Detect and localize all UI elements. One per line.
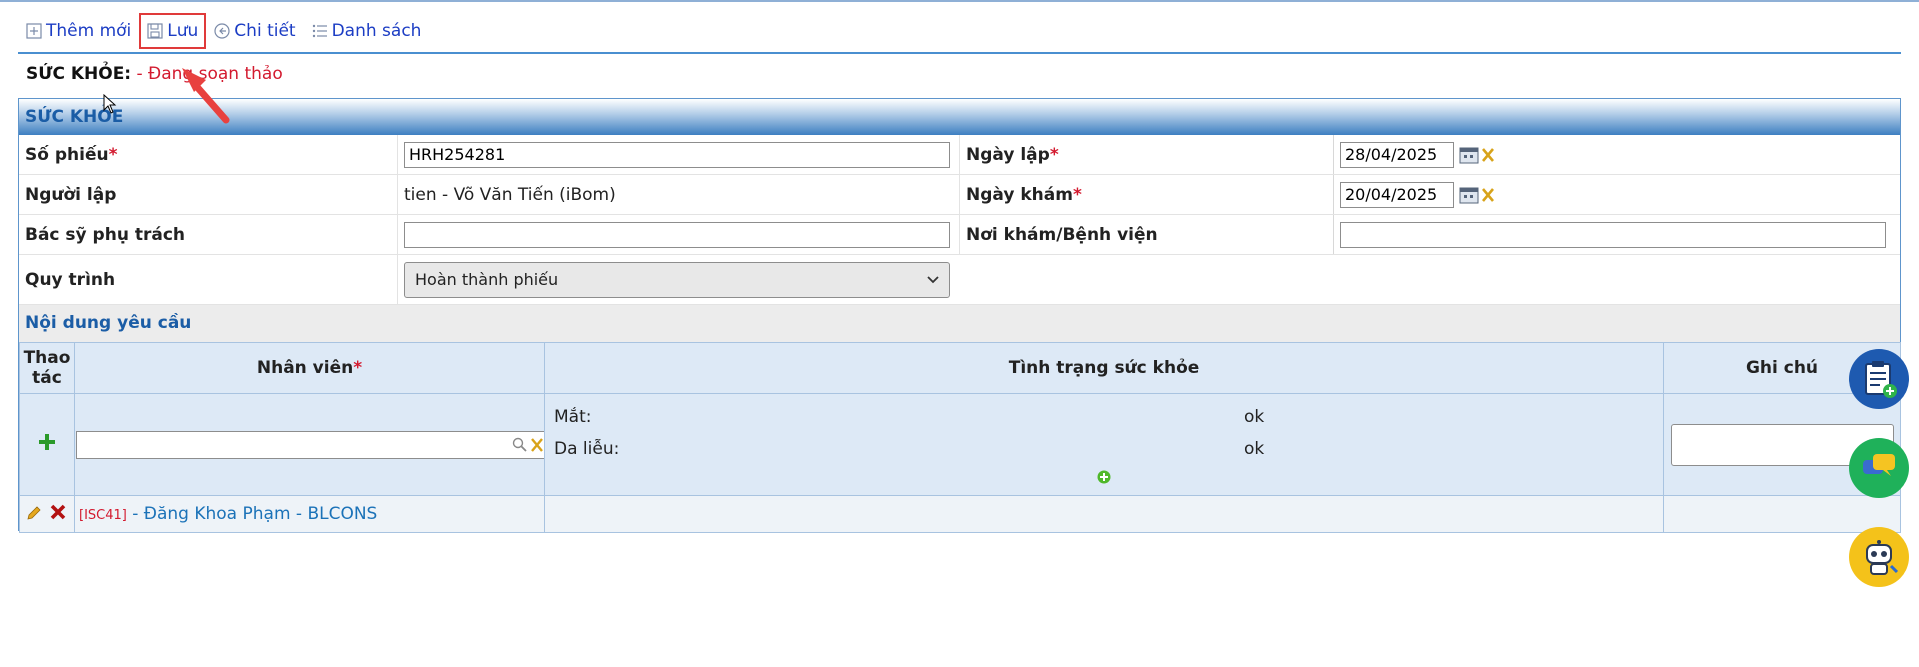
toolbar: Thêm mới Lưu Chi tiết Danh sách <box>26 13 437 49</box>
col-action: Thao tác <box>19 342 75 394</box>
clear-date-icon[interactable] <box>1481 187 1495 203</box>
plus-circle-icon[interactable] <box>1097 470 1111 484</box>
detail-button[interactable]: Chi tiết <box>214 21 296 41</box>
quy-trinh-label: Quy trình <box>25 269 116 290</box>
chat-bubble-icon <box>1863 454 1895 476</box>
so-phieu-cell <box>397 135 959 174</box>
list-label: Danh sách <box>331 21 422 41</box>
detail-label: Chi tiết <box>234 21 296 41</box>
ngay-kham-label: Ngày khám * <box>959 175 1333 214</box>
nguoi-lap-label: Người lập <box>25 184 117 205</box>
so-phieu-input[interactable] <box>404 141 950 168</box>
request-section-title: Nội dung yêu cầu <box>19 305 1900 342</box>
employee-name-link[interactable]: - Đăng Khoa Phạm - BLCONS <box>132 504 377 524</box>
ngay-lap-input[interactable] <box>1340 141 1454 168</box>
annotation-arrow-icon <box>182 68 230 124</box>
row-health-cell <box>544 495 1664 533</box>
clipboard-add-icon <box>1865 361 1897 398</box>
calendar-icon[interactable] <box>1459 186 1479 204</box>
save-label: Lưu <box>167 21 199 41</box>
ngay-lap-label: Ngày lập * <box>959 135 1333 174</box>
employee-cell: [ISC41] - Đăng Khoa Phạm - BLCONS <box>74 495 545 533</box>
ngay-lap-cell <box>1333 135 1900 174</box>
employee-code: [ISC41] <box>79 508 127 523</box>
quy-trinh-cell: Hoàn thành phiếu <box>397 255 959 304</box>
employee-search-input[interactable] <box>76 430 546 459</box>
health-status-cell: Mắt: ok Da liễu: ok <box>544 393 1664 496</box>
col-employee: Nhân viên* <box>74 342 545 394</box>
bac-si-label: Bác sỹ phụ trách <box>25 224 185 245</box>
list-icon <box>312 24 327 38</box>
form-row-4: Quy trình Hoàn thành phiếu <box>19 255 1900 305</box>
quy-trinh-select[interactable]: Hoàn thành phiếu <box>404 261 950 298</box>
save-button[interactable]: Lưu <box>139 13 207 49</box>
save-icon <box>147 23 163 39</box>
clear-date-icon[interactable] <box>1481 147 1495 163</box>
quy-trinh-selected: Hoàn thành phiếu <box>415 270 559 289</box>
calendar-icon[interactable] <box>1459 146 1479 164</box>
ngay-kham-input[interactable] <box>1340 181 1454 208</box>
mouse-cursor-icon <box>103 94 117 114</box>
noi-kham-input[interactable] <box>1340 221 1886 248</box>
ngay-kham-cell <box>1333 175 1900 214</box>
robot-icon <box>1866 540 1899 575</box>
employee-input-cell <box>74 393 546 496</box>
add-row-icon[interactable] <box>37 432 57 452</box>
form-row-1: Số phiếu* Ngày lập* <box>19 135 1900 175</box>
so-phieu-label: Số phiếu * <box>25 144 118 165</box>
chevron-down-icon <box>927 275 939 283</box>
add-health-item <box>546 469 1662 489</box>
row-note-cell <box>1663 495 1901 533</box>
health-form-panel: SỨC KHỎE Số phiếu* Ngày lập* <box>18 98 1901 533</box>
top-border <box>0 0 1919 2</box>
col-health: Tình trạng sức khỏe <box>544 342 1664 394</box>
clear-icon[interactable] <box>531 437 543 453</box>
status-label: SỨC KHỎE: <box>26 64 132 84</box>
toolbar-divider <box>18 52 1901 54</box>
table-row: [ISC41] - Đăng Khoa Phạm - BLCONS <box>19 495 1901 533</box>
list-button[interactable]: Danh sách <box>312 21 422 41</box>
status-line: SỨC KHỎE: - Đang soạn thảo <box>26 64 283 84</box>
health-item: Da liễu: ok <box>554 438 1265 459</box>
form-row-2: Người lập tien - Võ Văn Tiến (iBom) Ngày… <box>19 175 1900 215</box>
arrow-left-circle-icon <box>214 23 230 39</box>
delete-icon[interactable] <box>49 503 67 521</box>
nguoi-lap-value: tien - Võ Văn Tiến (iBom) <box>397 175 959 214</box>
add-new-label: Thêm mới <box>46 21 132 41</box>
noi-kham-label: Nơi khám/Bệnh viện <box>959 215 1333 254</box>
form-row-3: Bác sỹ phụ trách Nơi khám/Bệnh viện <box>19 215 1900 255</box>
support-bot-fab[interactable] <box>1849 527 1909 587</box>
plus-square-icon <box>26 23 42 39</box>
bac-si-cell <box>397 215 959 254</box>
request-table: Thao tác Nhân viên* Tình trạng sức khỏe … <box>19 342 1901 533</box>
health-item: Mắt: ok <box>554 406 1265 427</box>
panel-title: SỨC KHỎE <box>19 99 1900 135</box>
table-header-row: Thao tác Nhân viên* Tình trạng sức khỏe … <box>19 342 1901 394</box>
edit-icon[interactable] <box>26 505 42 521</box>
noi-kham-cell <box>1333 215 1900 254</box>
new-form-fab[interactable] <box>1849 349 1909 409</box>
row-actions <box>19 495 75 533</box>
search-icon[interactable] <box>512 437 528 453</box>
edit-row: Mắt: ok Da liễu: ok <box>19 393 1901 496</box>
chat-fab[interactable] <box>1849 438 1909 498</box>
bac-si-input[interactable] <box>404 221 950 248</box>
add-row-cell <box>19 393 75 496</box>
add-new-button[interactable]: Thêm mới <box>26 21 131 41</box>
